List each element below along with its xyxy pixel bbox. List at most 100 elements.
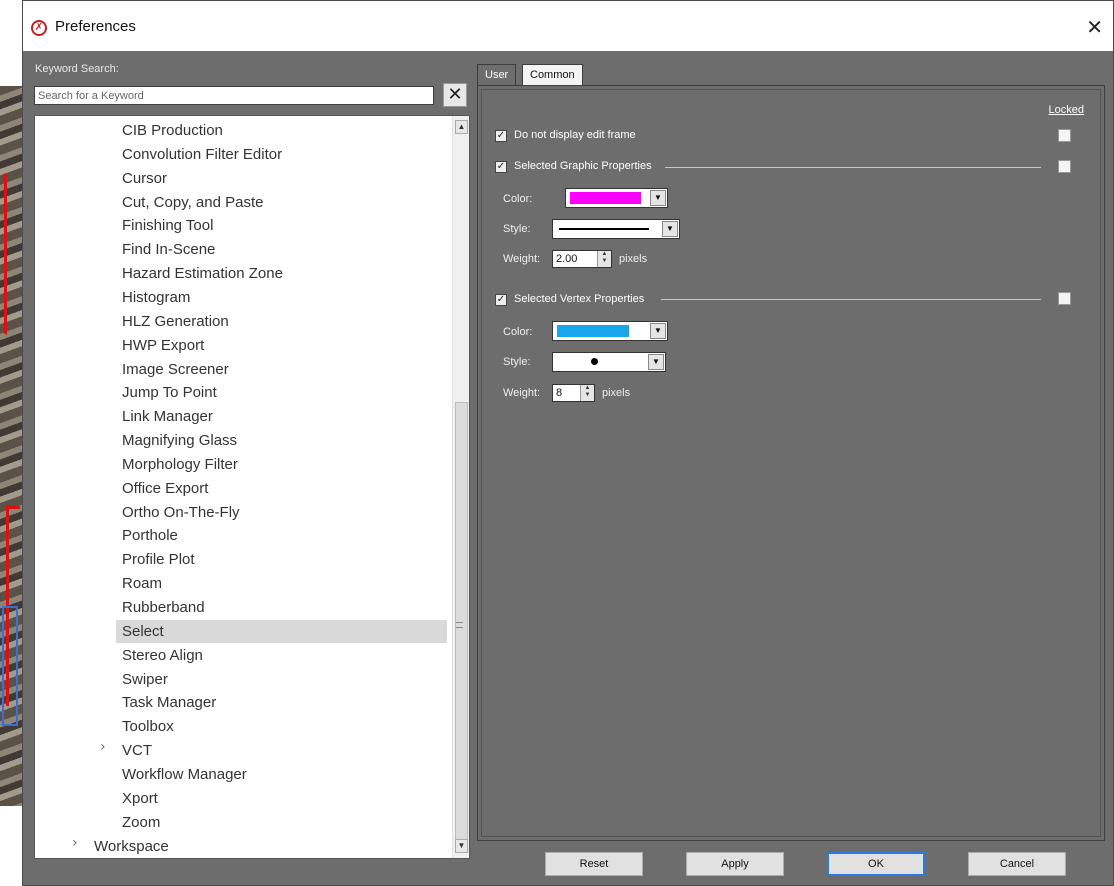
ok-button[interactable]: OK [827, 852, 925, 876]
lock-checkbox-vertex[interactable] [1058, 292, 1071, 305]
chevron-down-icon: ▼ [662, 221, 678, 237]
user-tab-panel: Locked ✓ Do not display edit frame ✓ Sel… [477, 85, 1105, 841]
preferences-dialog: ✗ Preferences ✕ Keyword Search: ✕ CIB Pr… [22, 0, 1114, 886]
stepper-arrows-icon[interactable]: ▲ ▼ [580, 385, 594, 401]
tree-item[interactable]: Image Screener [122, 358, 229, 381]
tree-item-label: Ortho On-The-Fly [122, 503, 240, 521]
chevron-down-icon: ▼ [650, 190, 666, 206]
tree-item[interactable]: Hazard Estimation Zone [122, 262, 283, 285]
tree-item-label: Link Manager [122, 408, 213, 426]
tree-item-label: Workspace [94, 837, 169, 855]
tree-item-label: Task Manager [122, 694, 217, 712]
tree-item[interactable]: Toolbox [122, 715, 174, 738]
tree-item-label: Office Export [122, 479, 209, 497]
tree-item[interactable]: Cut, Copy, and Paste [122, 191, 263, 214]
tree-item[interactable]: Zoom [122, 811, 160, 834]
tree-item[interactable]: Task Manager [122, 691, 216, 714]
tree-item-label: Profile Plot [122, 551, 195, 569]
tree-item[interactable]: HLZ Generation [122, 310, 229, 333]
tab-user[interactable]: User [477, 64, 517, 87]
tree-item-selected[interactable]: Select [116, 619, 447, 643]
tree-item[interactable]: Profile Plot [122, 548, 195, 571]
tree-item-label: Find In-Scene [122, 241, 216, 259]
tree-item[interactable]: Morphology Filter [122, 453, 238, 476]
scroll-down-icon[interactable]: ▼ [455, 839, 468, 853]
chevron-right-icon[interactable]: › [72, 835, 78, 851]
cancel-button[interactable]: Cancel [968, 852, 1066, 876]
preferences-tree: CIB Production Convolution Filter Editor C… [34, 115, 470, 859]
background-red-outline [4, 173, 18, 339]
tree-item[interactable]: CIB Production [122, 119, 223, 142]
apply-button[interactable]: Apply [686, 852, 784, 876]
tree-item-label: Porthole [122, 527, 178, 545]
tree-item-label: Cut, Copy, and Paste [122, 193, 264, 211]
title-bar: ✗ Preferences ✕ [23, 1, 1113, 51]
reset-button[interactable]: Reset [545, 852, 643, 876]
lock-checkbox-graphic[interactable] [1058, 160, 1071, 173]
tree-item[interactable]: Stereo Align [122, 644, 203, 667]
clear-search-button[interactable]: ✕ [443, 83, 467, 107]
vertex-style-dropdown[interactable]: ▼ [552, 352, 666, 372]
graphic-properties-checkbox[interactable]: ✓ [495, 161, 507, 173]
close-icon[interactable]: ✕ [1086, 15, 1103, 39]
graphic-properties-label: Selected Graphic Properties [514, 160, 652, 172]
graphic-color-swatch [570, 192, 641, 204]
tree-item[interactable]: Cursor [122, 167, 167, 190]
graphic-weight-stepper[interactable]: 2.00 ▲ ▼ [552, 250, 612, 268]
tree-item-label: Magnifying Glass [122, 432, 238, 450]
tree-item-label: Morphology Filter [122, 455, 238, 473]
tree-item-label: Image Screener [122, 360, 229, 378]
graphic-weight-value: 2.00 [556, 253, 578, 265]
background-app-area [0, 0, 22, 86]
tree-item[interactable]: Office Export [122, 477, 208, 500]
background-app-area [0, 806, 22, 886]
tree-item[interactable]: Rubberband [122, 596, 205, 619]
tree-item-label: Swiper [122, 670, 168, 688]
tree-item[interactable]: Porthole [122, 524, 178, 547]
window-title: Preferences [55, 18, 136, 35]
chevron-right-icon[interactable]: › [100, 739, 106, 755]
tree-item[interactable]: Ortho On-The-Fly [122, 501, 240, 524]
lock-checkbox-do-not-display[interactable] [1058, 129, 1071, 142]
background-satellite-image [0, 86, 22, 806]
keyword-search-input[interactable] [34, 86, 434, 105]
tree-item[interactable]: › Workspace [72, 835, 169, 858]
tree-item[interactable]: Roam [122, 572, 162, 595]
tree-item[interactable]: Convolution Filter Editor [122, 143, 282, 166]
tree-item-label: Select [122, 622, 164, 640]
graphic-style-label: Style: [503, 223, 531, 235]
graphic-color-dropdown[interactable]: ▼ [565, 188, 668, 208]
tree-item-label: Jump To Point [122, 384, 217, 402]
tree-item[interactable]: Magnifying Glass [122, 429, 237, 452]
vertex-properties-checkbox[interactable]: ✓ [495, 294, 507, 306]
tree-item-label: Zoom [122, 813, 161, 831]
tree-item[interactable]: Swiper [122, 668, 168, 691]
tree-scrollbar[interactable]: ▲ ▼ [452, 116, 469, 858]
tree-item[interactable]: Jump To Point [122, 381, 217, 404]
tree-item[interactable]: Workflow Manager [122, 763, 247, 786]
dot-style-sample [591, 358, 598, 365]
tree-item[interactable]: › VCT [100, 739, 152, 762]
tree-item[interactable]: Link Manager [122, 405, 213, 428]
tree-item-label: HWP Export [122, 336, 205, 354]
app-logo-icon: ✗ [31, 20, 47, 36]
tab-common[interactable]: Common [522, 64, 583, 86]
vertex-weight-unit: pixels [602, 387, 631, 399]
tree-item[interactable]: Finishing Tool [122, 214, 213, 237]
vertex-weight-stepper[interactable]: 8 ▲ ▼ [552, 384, 595, 402]
tree-item[interactable]: Xport [122, 787, 158, 810]
vertex-style-label: Style: [503, 356, 531, 368]
do-not-display-checkbox[interactable]: ✓ [495, 130, 507, 142]
tree-item[interactable]: HWP Export [122, 334, 204, 357]
tree-item[interactable]: Find In-Scene [122, 238, 215, 261]
keyword-search-label: Keyword Search: [35, 63, 119, 75]
tree-item-label: Histogram [122, 288, 191, 306]
vertex-color-dropdown[interactable]: ▼ [552, 321, 668, 341]
tree-item-label: VCT [122, 742, 152, 760]
scroll-up-icon[interactable]: ▲ [455, 120, 468, 134]
line-style-sample [559, 228, 649, 230]
tree-item[interactable]: Histogram [122, 286, 190, 309]
graphic-style-dropdown[interactable]: ▼ [552, 219, 680, 239]
graphic-color-label: Color: [503, 193, 533, 205]
stepper-arrows-icon[interactable]: ▲ ▼ [597, 251, 611, 267]
